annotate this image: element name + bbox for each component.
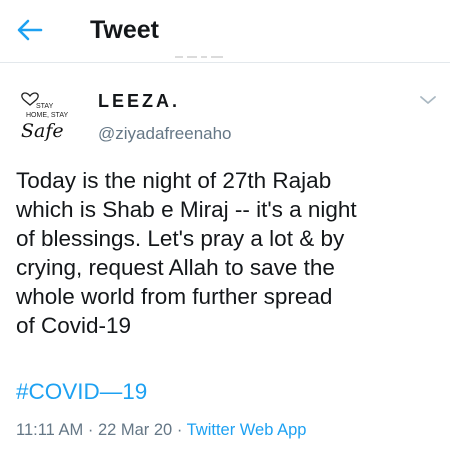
tweet-body: Today is the night of 27th Rajab which i… bbox=[16, 168, 357, 338]
avatar-home-text: HOME, STAY bbox=[26, 112, 68, 119]
avatar[interactable]: STAY HOME, STAY Safe bbox=[16, 82, 78, 144]
tweet-source-link[interactable]: Twitter Web App bbox=[187, 421, 307, 439]
top-app-bar: Tweet bbox=[0, 0, 450, 63]
tweet-time: 11:11 AM bbox=[16, 421, 84, 439]
avatar-safe-text: Safe bbox=[21, 120, 64, 142]
meta-separator: · bbox=[83, 421, 98, 439]
tweet-metadata: 11:11 AM · 22 Mar 20 · Twitter Web App bbox=[16, 419, 306, 441]
tweet-date: 22 Mar 20 bbox=[97, 421, 173, 439]
meta-separator: · bbox=[172, 421, 187, 439]
avatar-stay-text: STAY bbox=[36, 103, 54, 110]
hashtag-link[interactable]: #COVID—19 bbox=[16, 377, 147, 406]
author-display-name[interactable]: LEEZA. bbox=[98, 90, 180, 112]
arrow-left-icon bbox=[17, 19, 43, 41]
chevron-down-icon[interactable] bbox=[416, 88, 440, 112]
header-divider-mark bbox=[175, 56, 223, 58]
tweet-detail-screen: Tweet STAY HOME, STAY Safe LEEZA. @ziyad… bbox=[0, 0, 450, 450]
back-button[interactable] bbox=[10, 12, 50, 48]
page-title: Tweet bbox=[90, 16, 159, 44]
author-handle[interactable]: @ziyadafreenaho bbox=[98, 123, 232, 145]
